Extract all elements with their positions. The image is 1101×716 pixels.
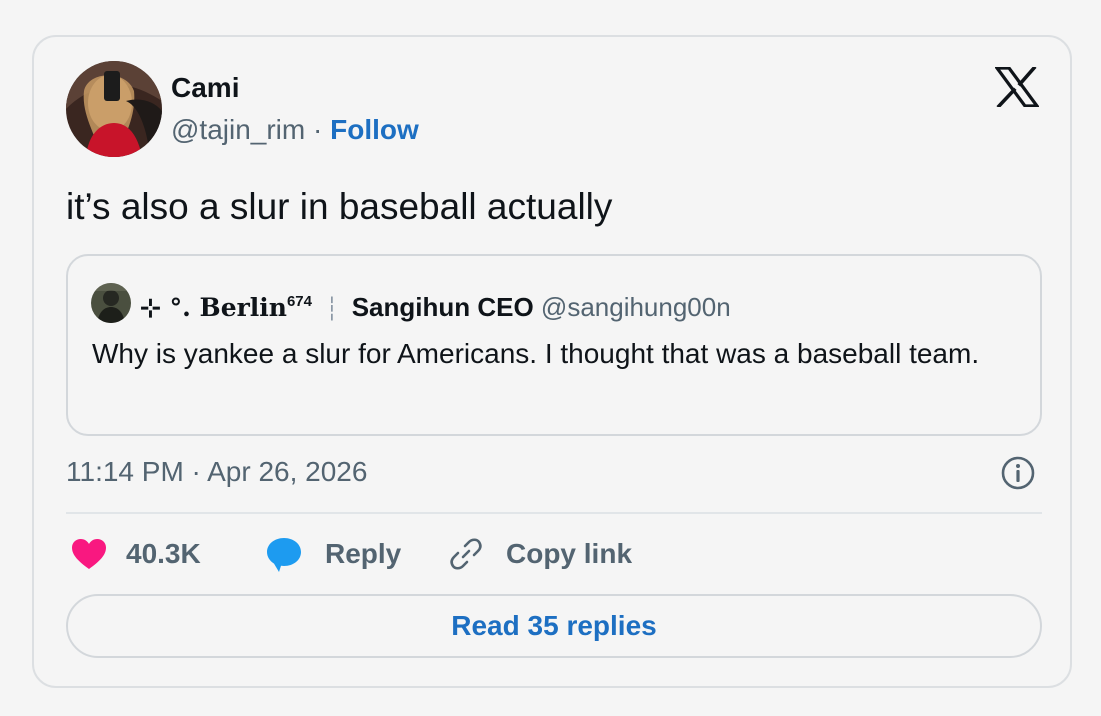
x-logo-icon[interactable]: [993, 65, 1041, 109]
read-replies-button[interactable]: Read 35 replies: [66, 594, 1042, 658]
reply-button[interactable]: Reply: [265, 534, 401, 574]
quoted-display-name[interactable]: ⊹ °. Berlin: [140, 293, 287, 322]
like-button[interactable]: 40.3K: [70, 534, 201, 574]
copy-link-label: Copy link: [506, 538, 633, 569]
quoted-tweet[interactable]: ⊹ °. Berlin674 ┆ Sangihun CEO @sangihung…: [66, 254, 1042, 436]
author-meta: @tajin_rim · Follow: [171, 113, 419, 147]
link-icon: [448, 536, 484, 572]
follow-button[interactable]: Follow: [330, 114, 419, 145]
tweet-timestamp[interactable]: 11:14 PM · Apr 26, 2026: [66, 455, 367, 489]
quoted-second-name[interactable]: Sangihun CEO: [352, 292, 534, 322]
quoted-handle[interactable]: @sangihung00n: [541, 292, 731, 322]
quoted-author-avatar[interactable]: [91, 283, 131, 323]
author-avatar[interactable]: [66, 61, 162, 157]
embedded-tweet-card: Cami @tajin_rim · Follow it’s also a slu…: [32, 35, 1072, 688]
copy-link-button[interactable]: Copy link: [448, 534, 632, 574]
author-name[interactable]: Cami: [171, 71, 239, 105]
quoted-display-name-superscript: 674: [286, 293, 312, 310]
author-handle[interactable]: @tajin_rim: [171, 114, 305, 145]
divider: [66, 512, 1042, 514]
tweet-text: it’s also a slur in baseball actually: [66, 186, 613, 227]
heart-icon: [70, 537, 108, 571]
quoted-name-separator: ┆: [325, 296, 339, 321]
like-count: 40.3K: [126, 538, 201, 569]
quoted-tweet-header: ⊹ °. Berlin674 ┆ Sangihun CEO @sangihung…: [140, 284, 731, 327]
speech-bubble-icon: [265, 535, 303, 573]
info-icon[interactable]: [1000, 455, 1036, 491]
meta-separator: ·: [313, 114, 323, 145]
quoted-tweet-text: Why is yankee a slur for Americans. I th…: [92, 338, 980, 369]
reply-label: Reply: [325, 538, 402, 569]
